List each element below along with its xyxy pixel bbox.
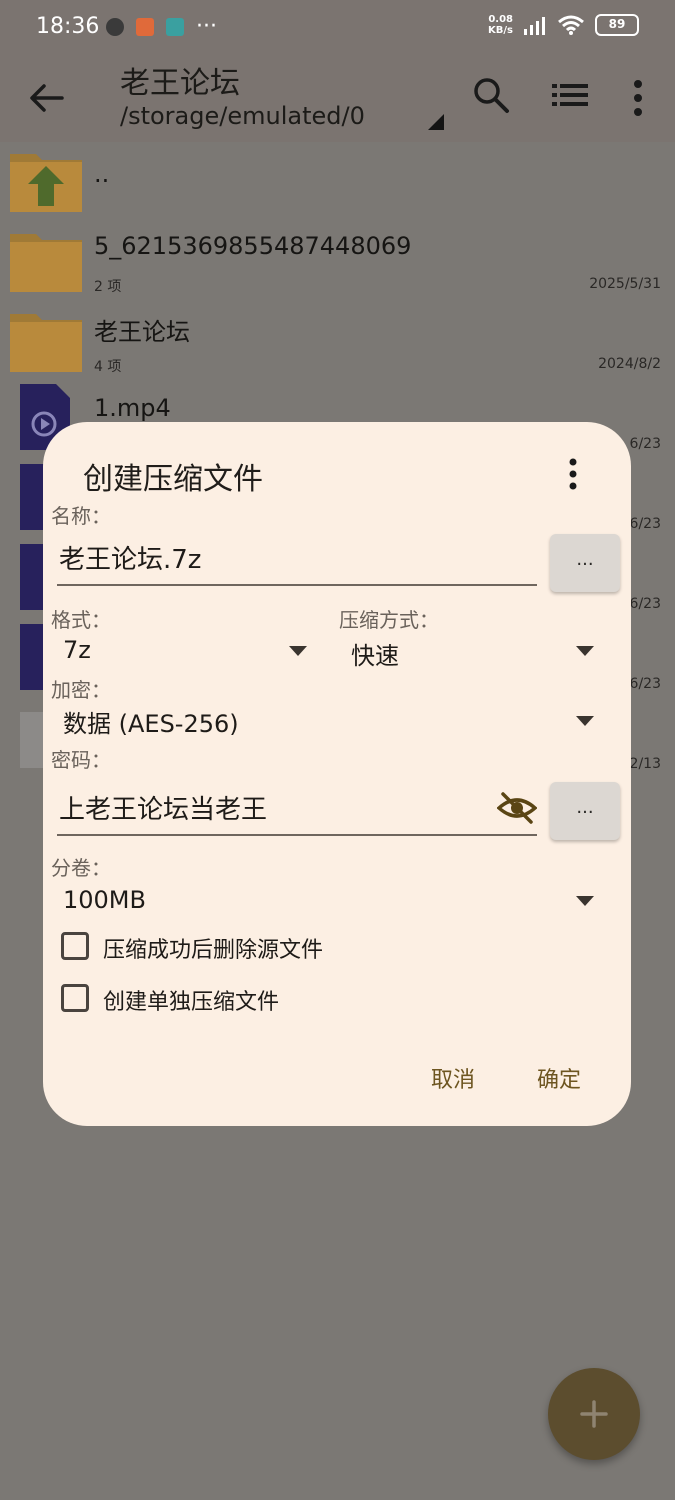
signal-icon (524, 17, 545, 35)
app-title: 老王论坛 (120, 66, 240, 101)
volume-select[interactable]: 100MB (57, 882, 599, 922)
generate-password-button[interactable]: ... (550, 782, 620, 840)
name-label: 名称： (51, 504, 111, 528)
format-select[interactable]: 7z (57, 632, 317, 672)
network-speed-unit: KB/s (488, 25, 513, 36)
app-notification-icon (166, 18, 184, 36)
file-date: 2025/5/31 (589, 276, 661, 292)
add-fab-button[interactable] (548, 1368, 640, 1460)
delete-source-checkbox[interactable] (61, 932, 89, 960)
file-item-count: 2 项 (94, 279, 122, 295)
network-speed-value: 0.08 (488, 14, 513, 25)
folder-icon (10, 314, 82, 372)
path-dropdown-icon[interactable] (428, 114, 444, 130)
mi-notification-icon (136, 18, 154, 36)
name-input[interactable]: 老王论坛.7z (57, 532, 537, 586)
file-date: 6/23 (629, 596, 661, 612)
method-label: 压缩方式： (339, 608, 439, 632)
wifi-icon (558, 15, 584, 35)
network-speed: 0.08 KB/s (488, 14, 513, 36)
separate-archive-checkbox[interactable] (61, 984, 89, 1012)
more-vert-icon[interactable] (561, 456, 585, 492)
cancel-button[interactable]: 取消 (431, 1062, 475, 1094)
file-name: 5_6215369855487448069 (94, 232, 412, 260)
back-arrow-icon[interactable] (26, 80, 66, 116)
status-bar: 18:36 ··· 0.08 KB/s 89 (0, 0, 675, 58)
folder-up-icon (10, 154, 82, 212)
format-label: 格式： (51, 608, 111, 632)
notification-icons: ··· (106, 14, 217, 39)
file-date: 6/23 (629, 516, 661, 532)
file-name: .. (94, 160, 110, 188)
separate-archive-label: 创建单独压缩文件 (103, 990, 280, 1015)
file-date: 2/13 (629, 756, 661, 772)
file-name: 老王论坛 (94, 318, 190, 346)
battery-icon: 89 (595, 14, 639, 36)
volume-label: 分卷： (51, 856, 111, 880)
delete-source-checkbox-row[interactable]: 压缩成功后删除源文件 (61, 930, 481, 970)
create-archive-dialog: 创建压缩文件 名称： 老王论坛.7z ... 格式： 压缩方式： 7z 快速 加… (43, 422, 631, 1126)
app-bar: 老王论坛 /storage/emulated/0 (0, 58, 675, 142)
delete-source-label: 压缩成功后删除源文件 (103, 938, 324, 963)
more-notifications-icon: ··· (196, 14, 217, 39)
browse-name-button[interactable]: ... (550, 534, 620, 592)
dialog-title: 创建压缩文件 (83, 462, 263, 497)
search-icon[interactable] (472, 76, 510, 114)
list-item[interactable]: 5_6215369855487448069 2 项 2025/5/31 (0, 228, 675, 308)
volume-select-value: 100MB (63, 886, 146, 914)
more-vert-icon[interactable] (626, 78, 650, 118)
list-item[interactable]: 老王论坛 4 项 2024/8/2 (0, 308, 675, 388)
chevron-down-icon (576, 716, 594, 726)
file-item-count: 4 项 (94, 359, 122, 375)
encryption-select[interactable]: 数据 (AES-256) (57, 702, 599, 742)
confirm-button[interactable]: 确定 (537, 1062, 581, 1094)
list-view-icon[interactable] (552, 80, 588, 110)
password-label: 密码： (51, 748, 111, 772)
encryption-select-value: 数据 (AES-256) (63, 710, 239, 738)
format-select-value: 7z (63, 636, 91, 664)
visibility-off-icon[interactable] (497, 790, 537, 826)
name-input-value: 老王论坛.7z (59, 545, 202, 575)
current-path[interactable]: /storage/emulated/0 (120, 102, 365, 130)
system-indicators: 0.08 KB/s 89 (488, 14, 639, 36)
qq-notification-icon (106, 18, 124, 36)
file-date: 6/23 (629, 436, 661, 452)
separate-archive-checkbox-row[interactable]: 创建单独压缩文件 (61, 982, 481, 1022)
method-select[interactable]: 快速 (343, 632, 599, 672)
status-time: 18:36 (36, 14, 100, 39)
encryption-label: 加密： (51, 678, 111, 702)
chevron-down-icon (289, 646, 307, 656)
chevron-down-icon (576, 646, 594, 656)
password-input-value: 上老王论坛当老王 (59, 795, 268, 825)
file-name: 1.mp4 (94, 394, 171, 422)
plus-icon (580, 1400, 608, 1428)
chevron-down-icon (576, 896, 594, 906)
password-input[interactable]: 上老王论坛当老王 (57, 782, 537, 836)
file-date: 6/23 (629, 676, 661, 692)
list-item[interactable]: .. (0, 148, 675, 228)
file-date: 2024/8/2 (598, 356, 661, 372)
method-select-value: 快速 (351, 642, 399, 670)
folder-icon (10, 234, 82, 292)
